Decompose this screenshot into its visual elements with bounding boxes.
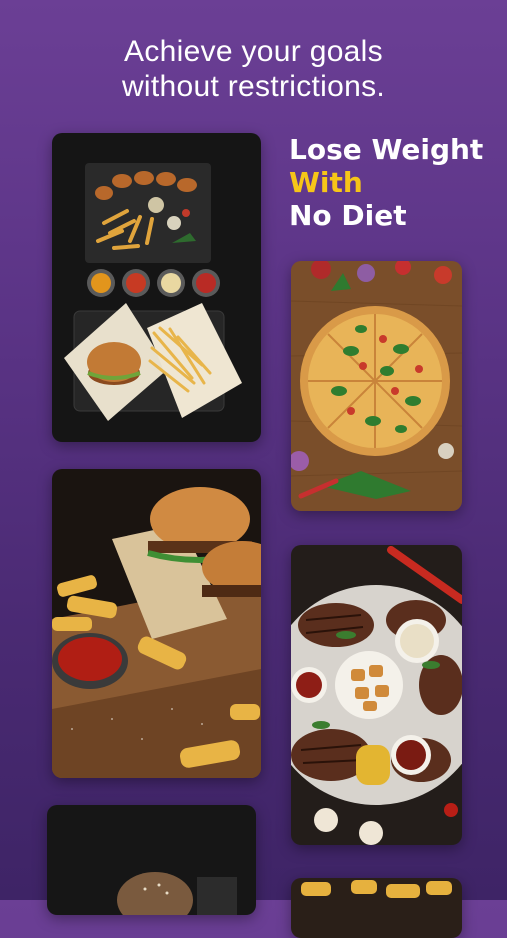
headline: Achieve your goals without restrictions. <box>0 34 507 104</box>
promo-line-2: With <box>289 166 363 199</box>
pizza-image <box>291 261 462 511</box>
food-card-grill-platter <box>291 545 462 845</box>
food-card-burger-fries <box>52 469 261 778</box>
chicken-fries-burger-image <box>52 133 261 442</box>
food-card-pizza <box>291 261 462 511</box>
headline-line-1: Achieve your goals <box>124 35 383 68</box>
promo-line-1: Lose Weight <box>289 133 484 166</box>
food-card-burger-partial <box>47 805 256 915</box>
burger-image-partial <box>47 805 256 915</box>
fries-image-partial <box>291 878 462 938</box>
grilled-meat-platter-image <box>291 545 462 845</box>
promo-text: Lose Weight With No Diet <box>289 133 483 232</box>
food-card-fries-partial <box>291 878 462 938</box>
burger-fries-image <box>52 469 261 778</box>
food-card-chicken-burger <box>52 133 261 442</box>
promo-line-3: No Diet <box>289 199 407 232</box>
headline-line-2: without restrictions. <box>121 70 386 103</box>
